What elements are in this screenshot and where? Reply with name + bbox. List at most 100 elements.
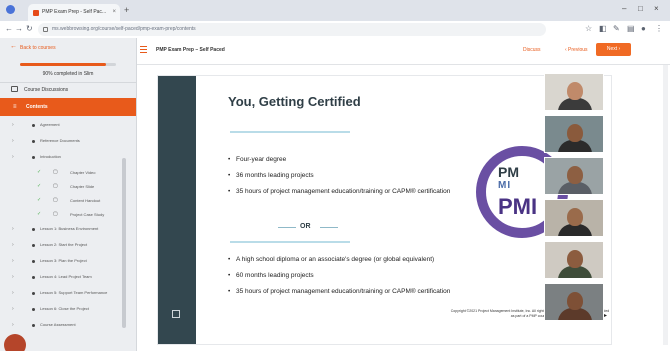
hamburger-menu-icon[interactable] [140,46,147,53]
course-header: PMP Exam Prep – Self Paced Discuss ‹ Pre… [137,38,670,65]
requirements-list-1: Four-year degree 36 months leading projec… [228,156,456,204]
previous-button[interactable]: ‹ Previous [565,47,588,53]
sidebar-section[interactable]: › Agreement [0,118,126,133]
sidebar-section[interactable]: › Course Assessment [0,318,126,333]
browser-tab[interactable]: PMP Exam Prep - Self Pac... × [28,4,120,21]
forward-arrow-icon[interactable]: → [15,24,23,33]
lesson-content: You, Getting Certified Four-year degree 3… [137,65,670,351]
sidebar-section[interactable]: › Lesson 5: Support Team Performance [0,286,126,301]
participant-video-tile[interactable] [544,199,604,237]
course-title: PMP Exam Prep – Self Paced [156,47,225,53]
bullet-icon [32,324,35,327]
sidebar-subitem[interactable]: ✓ ▢ Chapter Slide [0,180,126,195]
star-icon[interactable]: ☆ [585,24,592,33]
tab-title: PMP Exam Prep - Self Pac... [42,9,107,15]
sidebar-item-label: Course Assessment [40,322,76,327]
discuss-button[interactable]: Discuss [523,47,541,53]
bullet-icon [32,156,35,159]
bullet-icon [32,276,35,279]
sidebar-section[interactable]: › Lesson 2: Start the Project [0,238,126,253]
participant-head [567,82,583,100]
bullet-icon [32,244,35,247]
chevron-right-icon[interactable]: › [12,242,14,248]
sidebar-section[interactable]: › Lesson 3: Plan the Project [0,254,126,269]
discussions-label: Course Discussions [24,87,69,93]
chevron-right-icon[interactable]: › [12,122,14,128]
course-progress-fill [20,63,107,66]
sidebar-subitem[interactable]: ✓ ▢ Content Handout [0,194,126,209]
chevron-right-icon[interactable]: › [12,154,14,160]
sidebar-scrollbar[interactable] [122,158,126,328]
course-sidebar: ← Back to courses 90% completed in Slim … [0,38,137,351]
address-bar[interactable]: ms.webbrowsing.org/course/self-paced/pmp… [38,23,546,36]
sidepanel-icon[interactable]: ▤ [627,24,635,33]
chevron-right-icon[interactable]: › [12,322,14,328]
chevron-right-icon[interactable]: › [12,290,14,296]
sidebar-section[interactable]: › Lesson 6: Close the Project [0,302,126,317]
participant-video-tile[interactable] [544,157,604,195]
contents-tab[interactable]: ≡ Contents [0,98,136,116]
chevron-right-icon[interactable]: › [12,274,14,280]
chevron-right-icon[interactable]: › [12,226,14,232]
back-arrow-icon[interactable]: ← [10,43,17,50]
bullet-icon [32,140,35,143]
lesson-type-icon: ▢ [53,211,58,217]
slide-next-icon[interactable]: ▸ [604,312,607,319]
participant-video-tile[interactable] [544,241,604,279]
back-to-courses-link[interactable]: Back to courses [20,45,56,51]
bullet-icon [32,260,35,263]
maximize-button[interactable]: □ [638,4,643,13]
sidebar-item-label: Lesson 1: Business Environment [40,226,99,231]
sidebar-item-label: Agreement [40,122,60,127]
sidebar-section[interactable]: › Lesson 1: Business Environment [0,222,126,237]
course-discussions-link[interactable]: Course Discussions [0,82,136,97]
back-arrow-icon[interactable]: ← [5,24,13,33]
sidebar-section[interactable]: › Introduction [0,150,126,165]
chevron-right-icon[interactable]: › [12,306,14,312]
participant-video-tile[interactable] [544,73,604,111]
browser-toolbar: ← → ↻ ms.webbrowsing.org/course/self-pac… [0,21,670,39]
chevron-right-icon[interactable]: › [12,138,14,144]
kebab-menu-icon[interactable]: ⋮ [655,24,663,33]
participant-head [567,208,583,226]
lock-icon [43,27,48,32]
profile-icon[interactable] [6,5,15,14]
sidebar-subitem[interactable]: ✓ ▢ Chapter Video [0,166,126,181]
next-button[interactable]: Next › [596,43,631,56]
chat-icon [11,86,18,92]
pmi-logo-text: PMI [498,194,538,219]
list-icon: ≡ [13,104,17,110]
minimize-button[interactable]: – [622,4,626,13]
avatar[interactable] [4,334,26,351]
participant-video-tile[interactable] [544,115,604,153]
sidebar-item-label: Lesson 3: Plan the Project [40,258,87,263]
sidebar-subitem[interactable]: ✓ ▢ Project Case Study [0,208,126,223]
chevron-right-icon[interactable]: › [12,258,14,264]
new-tab-button[interactable]: + [124,6,129,15]
content-scrollbar[interactable] [663,65,668,345]
or-divider-right [320,227,338,228]
pmi-logo-pm: PM [498,164,519,180]
sidebar-item-label: Chapter Video [70,170,96,175]
check-icon: ✓ [37,169,42,175]
extension-icon[interactable]: ◧ [599,24,607,33]
course-progress-bar [20,63,116,66]
close-tab-icon[interactable]: × [112,4,116,21]
check-icon: ✓ [37,183,42,189]
sidebar-section[interactable]: › Lesson 4: Lead Project Team [0,270,126,285]
divider [230,131,350,133]
puzzle-icon[interactable]: ✎ [613,24,620,33]
sidebar-item-label: Lesson 2: Start the Project [40,242,88,247]
sidebar-item-label: Content Handout [70,198,101,203]
close-window-button[interactable]: × [654,4,659,13]
contents-label: Contents [26,104,48,110]
sidebar-section[interactable]: › Reference Documents [0,134,126,149]
bullet-icon [32,124,35,127]
account-icon[interactable]: ● [641,24,646,33]
reload-icon[interactable]: ↻ [26,24,33,33]
slide-menu-icon[interactable] [172,310,180,318]
participant-head [567,166,583,184]
sidebar-item-label: Reference Documents [40,138,80,143]
participant-video-tile[interactable] [544,283,604,321]
lesson-type-icon: ▢ [53,169,58,175]
